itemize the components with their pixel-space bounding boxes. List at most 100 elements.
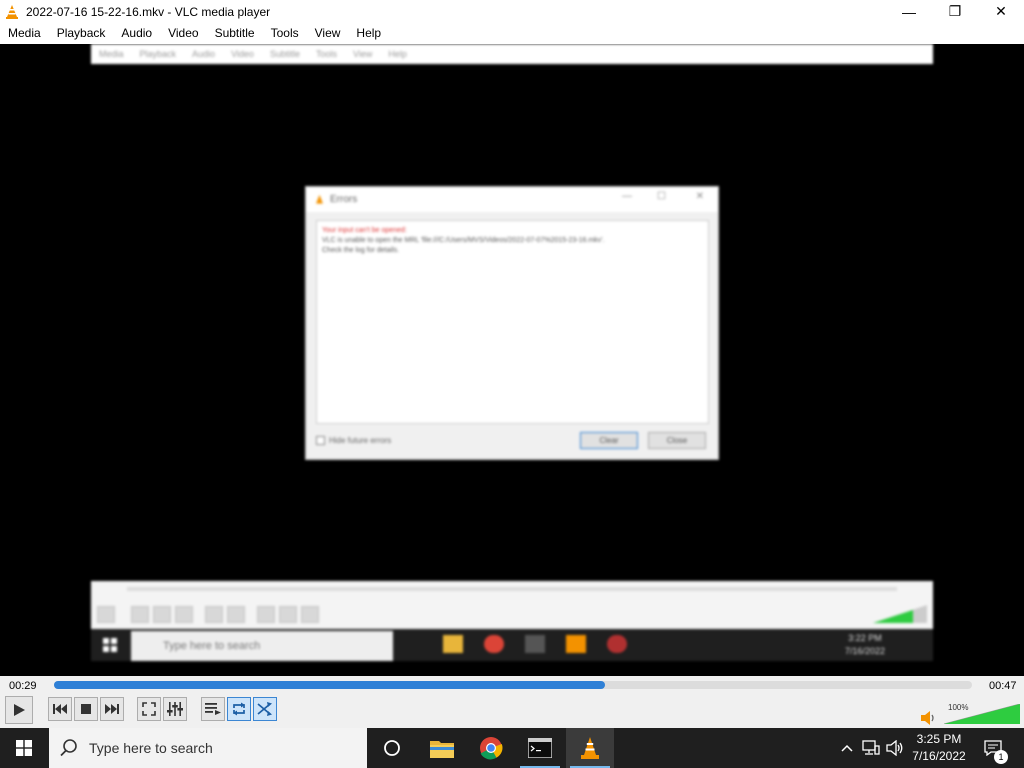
file-explorer-button[interactable] xyxy=(418,728,466,768)
play-icon xyxy=(14,704,25,716)
speaker-icon xyxy=(886,740,903,756)
maximize-button[interactable]: ❐ xyxy=(932,0,978,23)
vlc-cone-icon xyxy=(316,194,323,204)
window-controls: — ❐ ✕ xyxy=(886,0,1024,23)
network-icon xyxy=(862,740,880,755)
recorded-screen-frame: Media Playback Audio Video Subtitle Tool… xyxy=(91,44,933,664)
stop-icon xyxy=(81,704,91,714)
windows-logo-icon xyxy=(103,638,117,652)
app-icon xyxy=(607,635,627,653)
recorded-close-button: Close xyxy=(648,432,706,449)
menu-media[interactable]: Media xyxy=(0,23,49,44)
playback-controls: 00:29 00:47 100% xyxy=(0,676,1024,728)
shuffle-button[interactable] xyxy=(253,697,277,721)
fullscreen-icon xyxy=(205,606,223,623)
recorded-menu-item: Playback xyxy=(139,49,177,59)
extended-settings-icon xyxy=(167,702,183,716)
recorded-dialog-title: Errors xyxy=(330,194,358,205)
video-area[interactable]: Media Playback Audio Video Subtitle Tool… xyxy=(0,44,1024,676)
windows-logo-icon xyxy=(16,740,32,756)
window-title: 2022-07-16 15-22-16.mkv - VLC media play… xyxy=(26,4,271,19)
notification-count-badge: 1 xyxy=(994,750,1008,764)
recorded-error-hint: Check the log for details. xyxy=(322,247,400,254)
checkbox-icon xyxy=(316,436,325,445)
shuffle-icon xyxy=(257,702,272,716)
minimize-button[interactable]: — xyxy=(886,0,932,23)
speaker-icon[interactable] xyxy=(921,711,937,725)
menu-playback[interactable]: Playback xyxy=(49,23,114,44)
menu-view[interactable]: View xyxy=(307,23,349,44)
recorded-date: 7/16/2022 xyxy=(844,646,885,656)
chrome-button[interactable] xyxy=(467,728,515,768)
recorded-menu-item: Subtitle xyxy=(269,49,300,59)
vlc-cone-icon xyxy=(6,4,18,19)
recorded-seek-bar xyxy=(91,581,933,601)
chevron-up-icon xyxy=(841,744,853,752)
vlc-cone-icon xyxy=(581,737,599,759)
menu-help[interactable]: Help xyxy=(348,23,389,44)
fullscreen-button[interactable] xyxy=(137,697,161,721)
recorded-controls xyxy=(91,601,933,629)
minimize-icon: — xyxy=(622,191,632,202)
volume-button[interactable] xyxy=(884,728,906,768)
seek-slider[interactable] xyxy=(54,681,972,689)
file-explorer-icon xyxy=(430,741,454,758)
recorded-clear-button: Clear xyxy=(580,432,638,449)
recorded-time: 3:22 PM xyxy=(848,633,882,643)
task-view-button[interactable] xyxy=(368,728,416,768)
terminal-button[interactable] xyxy=(516,728,564,768)
extended-settings-icon xyxy=(227,606,245,623)
menu-tools[interactable]: Tools xyxy=(263,23,307,44)
stop-button[interactable] xyxy=(74,697,98,721)
loop-icon xyxy=(233,702,245,716)
task-view-icon xyxy=(384,740,400,756)
recorded-error-detail: VLC is unable to open the MRL 'file:///C… xyxy=(322,237,605,244)
clock-time: 3:25 PM xyxy=(916,732,962,746)
recorded-clock: 3:22 PM 7/16/2022 xyxy=(845,632,885,658)
terminal-icon xyxy=(528,738,552,758)
next-icon xyxy=(105,704,119,714)
extended-settings-button[interactable] xyxy=(163,697,187,721)
playlist-button[interactable] xyxy=(201,697,225,721)
recorded-errors-dialog: Errors — ☐ ✕ Your input can't be opened:… xyxy=(305,186,719,460)
recorded-menu-bar: Media Playback Audio Video Subtitle Tool… xyxy=(91,44,933,64)
taskbar-clock[interactable]: 3:25 PM 7/16/2022 xyxy=(906,731,972,765)
recorded-dialog-footer: Hide future errors Clear Close xyxy=(316,432,709,452)
recorded-error-heading: Your input can't be opened: xyxy=(322,227,407,234)
file-explorer-icon xyxy=(443,635,463,653)
loop-icon xyxy=(279,606,297,623)
network-button[interactable] xyxy=(860,728,882,768)
vlc-taskbar-button[interactable] xyxy=(566,728,614,768)
loop-button[interactable] xyxy=(227,697,251,721)
menu-audio[interactable]: Audio xyxy=(113,23,160,44)
recorded-search-box: Type here to search xyxy=(131,631,393,661)
recorded-hide-errors-checkbox: Hide future errors xyxy=(316,436,391,445)
recorded-dialog-title-bar: Errors — ☐ ✕ xyxy=(306,187,718,212)
menu-subtitle[interactable]: Subtitle xyxy=(207,23,263,44)
close-icon: ✕ xyxy=(695,191,704,202)
recorded-dialog-message: Your input can't be opened: VLC is unabl… xyxy=(316,220,709,424)
previous-button[interactable] xyxy=(48,697,72,721)
show-hidden-icons-button[interactable] xyxy=(838,728,856,768)
taskbar-search-box[interactable]: Type here to search xyxy=(49,728,367,768)
recorded-menu-item: Video xyxy=(231,49,254,59)
menu-video[interactable]: Video xyxy=(160,23,206,44)
recorded-checkbox-label: Hide future errors xyxy=(329,436,392,445)
recorded-menu-item: Media xyxy=(99,49,124,59)
play-icon xyxy=(97,606,115,623)
chrome-icon xyxy=(484,635,504,653)
next-button[interactable] xyxy=(100,697,124,721)
total-time: 00:47 xyxy=(989,680,1017,692)
volume-slider[interactable] xyxy=(944,704,1020,724)
fullscreen-icon xyxy=(142,702,156,716)
play-button[interactable] xyxy=(5,696,33,724)
playlist-icon xyxy=(257,606,275,623)
close-button[interactable]: ✕ xyxy=(978,0,1024,23)
vlc-cone-icon xyxy=(566,635,586,653)
recorded-menu-item: Help xyxy=(388,49,407,59)
menu-bar: Media Playback Audio Video Subtitle Tool… xyxy=(0,23,1024,44)
volume-wedge-icon xyxy=(873,605,927,623)
start-button[interactable] xyxy=(0,728,48,768)
next-icon xyxy=(175,606,193,623)
previous-icon xyxy=(53,704,67,714)
